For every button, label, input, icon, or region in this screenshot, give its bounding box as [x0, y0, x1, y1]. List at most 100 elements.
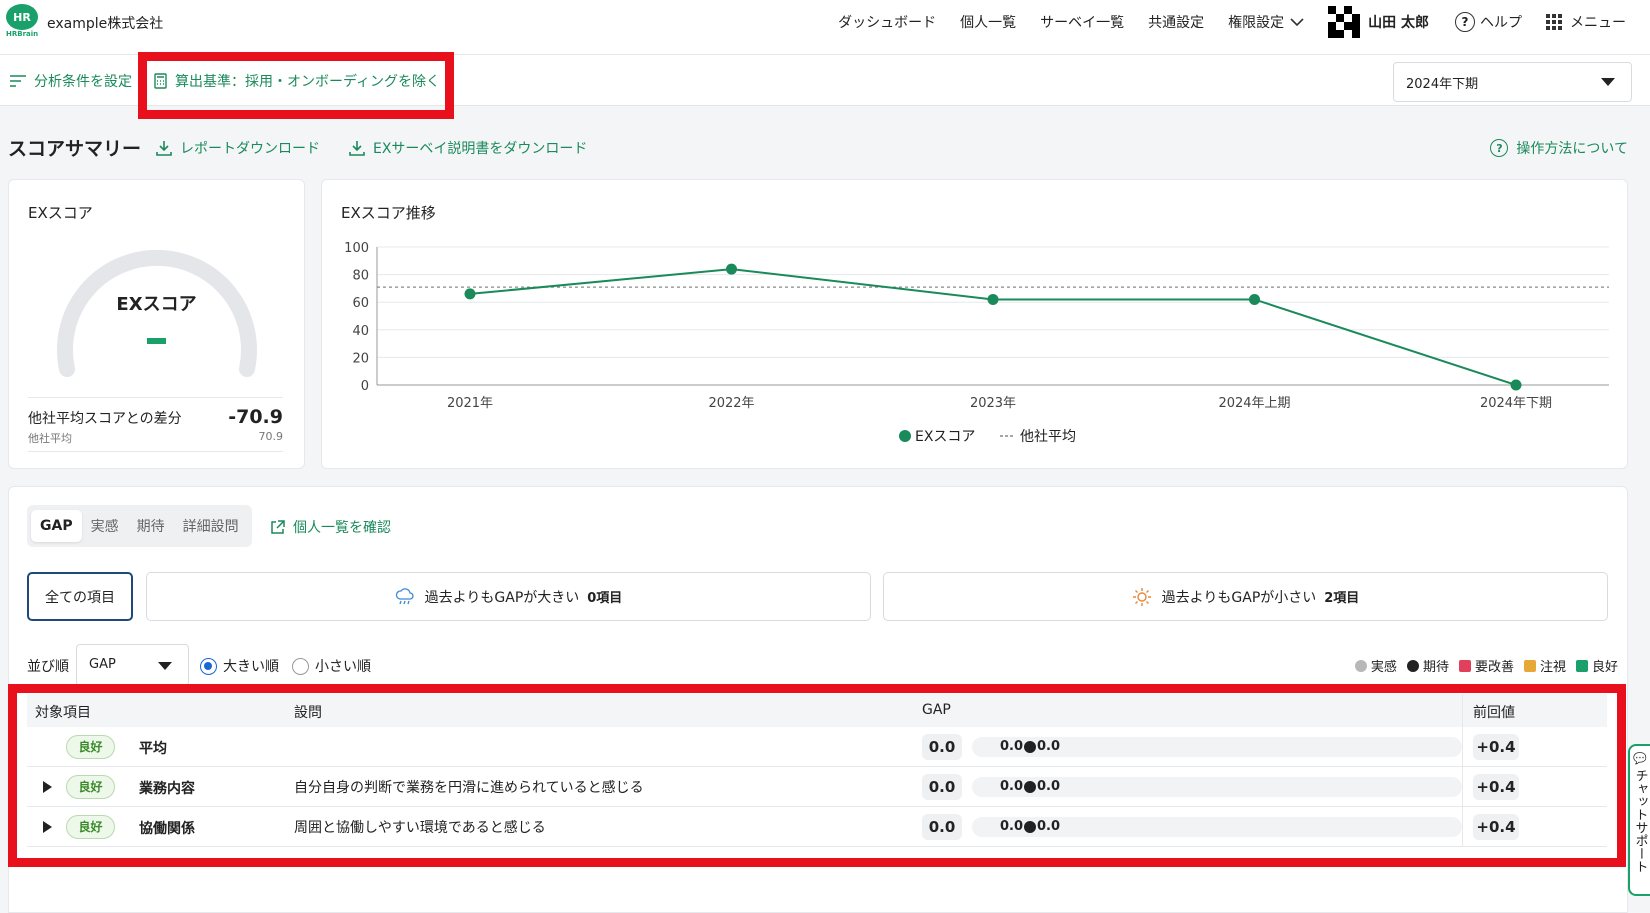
caret-down-icon [158, 662, 172, 670]
filter-all-button[interactable]: 全ての項目 [27, 572, 133, 621]
manual-download-link[interactable]: EXサーベイ説明書をダウンロード [349, 138, 587, 158]
sort-label: 並び順 [27, 659, 69, 675]
legend-label: 実感 [1370, 660, 1397, 675]
avatar[interactable] [1328, 6, 1361, 38]
filter-lines-icon [10, 75, 26, 87]
analysis-tabs: GAP 実感 期待 詳細設問 [27, 505, 252, 547]
radio-desc-label: 大きい順 [223, 659, 279, 675]
data-point [1249, 293, 1260, 305]
tab-detail-questions[interactable]: 詳細設問 [174, 508, 248, 544]
legend-item: 要改善 [1458, 656, 1514, 675]
diff-sub-label: 他社平均 [28, 432, 72, 445]
download-icon [349, 141, 365, 156]
period-select[interactable]: 2024年下期 [1393, 62, 1632, 102]
nav-dashboard[interactable]: ダッシュボード [838, 12, 936, 32]
hrbrain-logo[interactable]: HR HRBrain [6, 4, 40, 38]
help-label: ヘルプ [1480, 15, 1522, 31]
y-tick-label: 0 [361, 379, 369, 394]
top-header: HR HRBrain example株式会社 ダッシュボード 個人一覧 サーベイ… [0, 0, 1650, 55]
nav-individuals[interactable]: 個人一覧 [960, 12, 1016, 32]
legend-label: 他社平均 [1020, 429, 1076, 445]
diff-sub-value: 70.9 [258, 430, 284, 443]
filter-gap-bigger-label: 過去よりもGAPが大きい [424, 589, 580, 606]
radio-asc[interactable]: 小さい順 [292, 656, 371, 676]
legend-swatch [1575, 659, 1588, 672]
sort-value: GAP [89, 657, 116, 672]
radio-asc-dot [292, 657, 309, 675]
x-tick-label: 2021年 [447, 396, 493, 411]
chat-support-tab[interactable]: 💬 チャットサポート [1628, 744, 1650, 896]
howto-link[interactable]: ? 操作方法について [1490, 138, 1628, 158]
menu-button[interactable]: メニュー [1546, 12, 1626, 32]
legend-item: 良好 [1575, 656, 1618, 675]
question-circle-icon: ? [1490, 139, 1509, 157]
legend-item: 注視 [1523, 656, 1566, 675]
filter-gap-bigger-button[interactable]: 過去よりもGAPが大きい 0項目 [146, 572, 871, 621]
filter-gap-smaller-button[interactable]: 過去よりもGAPが小さい 2項目 [883, 572, 1608, 621]
x-tick-label: 2022年 [708, 396, 754, 411]
external-link-icon [271, 519, 285, 534]
ex-score-card: EXスコア EXスコア 他社平均スコアとの差分 他社平均 -70.9 70.9 [8, 179, 305, 469]
radio-desc[interactable]: 大きい順 [200, 656, 279, 676]
y-tick-label: 80 [352, 269, 369, 284]
individual-list-link[interactable]: 個人一覧を確認 [270, 517, 391, 537]
data-point [464, 288, 476, 300]
filter-gap-bigger-count: 0項目 [587, 591, 623, 606]
filter-gap-smaller-count: 2項目 [1324, 591, 1360, 606]
series-line [469, 268, 1517, 386]
main-nav: ダッシュボード 個人一覧 サーベイ一覧 共通設定 権限設定 山田 太郎 ? ヘル… [838, 0, 1650, 44]
logo-mark: HR [6, 4, 38, 30]
chat-bubble-icon: 💬 [1633, 752, 1647, 766]
x-tick-label: 2023年 [970, 396, 1016, 411]
period-value: 2024年下期 [1406, 77, 1479, 92]
data-point [987, 293, 999, 305]
tab-actual[interactable]: 実感 [82, 508, 128, 544]
nav-permissions[interactable]: 権限設定 [1228, 12, 1304, 32]
manual-download-label: EXサーベイ説明書をダウンロード [373, 141, 588, 157]
ex-trend-chart: 0 20 40 60 80 100 2021年 2022年 2023年 2024年上期 2024年下… [344, 241, 1609, 445]
report-download-label: レポートダウンロード [180, 141, 320, 157]
nav-common-settings[interactable]: 共通設定 [1148, 12, 1204, 32]
legend-swatch [1354, 659, 1367, 672]
user-name[interactable]: 山田 太郎 [1368, 12, 1429, 32]
diff-value: -70.9 [228, 406, 283, 428]
highlight-box [8, 684, 1626, 867]
download-icon [156, 141, 172, 156]
menu-label: メニュー [1570, 15, 1626, 31]
analysis-settings-label: 分析条件を設定 [34, 74, 132, 90]
rain-cloud-icon [395, 587, 414, 604]
radio-asc-label: 小さい順 [315, 659, 371, 675]
analysis-settings-link[interactable]: 分析条件を設定 [10, 71, 132, 91]
chevron-down-icon [1290, 18, 1304, 27]
company-name: example株式会社 [47, 16, 164, 32]
nav-permissions-label: 権限設定 [1228, 15, 1285, 31]
radio-desc-dot [200, 657, 217, 675]
x-tick-label: 2024年上期 [1218, 396, 1290, 411]
tab-expectation[interactable]: 期待 [128, 508, 174, 544]
individual-list-label: 個人一覧を確認 [293, 520, 391, 536]
diff-label: 他社平均スコアとの差分 [28, 411, 182, 427]
filter-gap-smaller-label: 過去よりもGAPが小さい [1161, 589, 1317, 606]
gauge-label: EXスコア [116, 294, 197, 315]
help-icon: ? [1455, 12, 1475, 32]
legend-swatch [1406, 659, 1419, 672]
sort-select[interactable]: GAP [76, 644, 189, 686]
y-tick-label: 100 [344, 241, 369, 256]
help-button[interactable]: ? ヘルプ [1455, 12, 1522, 32]
diff-row: 他社平均スコアとの差分 他社平均 -70.9 70.9 [28, 397, 283, 452]
data-point [726, 263, 737, 275]
y-tick-label: 20 [352, 351, 369, 366]
nav-surveys[interactable]: サーベイ一覧 [1040, 12, 1124, 32]
legend-label: 良好 [1591, 660, 1618, 675]
logo-wordmark: HRBrain [6, 30, 39, 38]
tab-gap[interactable]: GAP [31, 510, 82, 542]
page-title: スコアサマリー [8, 138, 142, 160]
legend-label: 期待 [1422, 660, 1449, 675]
legend-label: 要改善 [1474, 660, 1514, 675]
legend-item: 実感 [1354, 656, 1397, 675]
legend-label: EXスコア [915, 429, 975, 445]
ex-trend-card: EXスコア推移 0 20 40 60 80 100 2021年 2022年 2023年 2024年… [321, 179, 1628, 469]
report-download-link[interactable]: レポートダウンロード [156, 138, 320, 158]
chat-support-label: チャットサポート [1632, 769, 1648, 874]
caret-down-icon [1601, 78, 1615, 86]
